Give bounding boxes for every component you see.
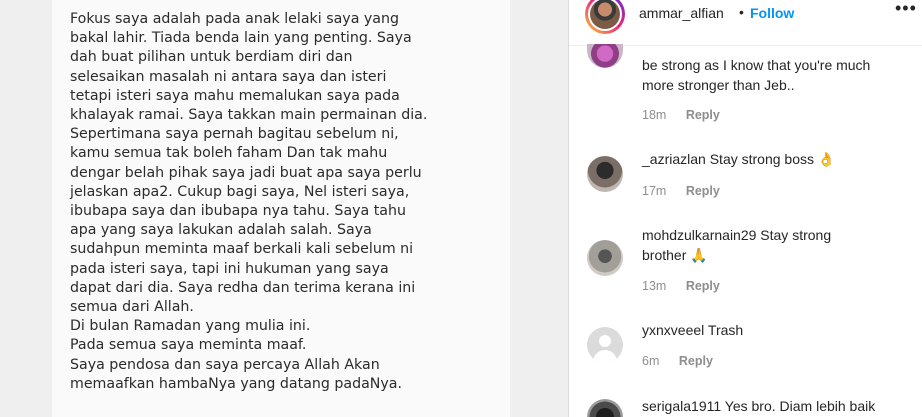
default-avatar-icon[interactable]: [587, 327, 623, 363]
comment-meta: 18m Reply: [642, 108, 720, 122]
statement-line: memaafkan hambaNya yang datang padaNya.: [70, 375, 403, 392]
statement-line: Pada semua saya meminta maaf.: [70, 337, 307, 354]
statement-line: bakal lahir. Tiada benda lain yang penti…: [70, 30, 412, 47]
statement-line: semua dari Allah.: [70, 299, 194, 316]
comment-time: 18m: [642, 108, 667, 122]
comment-username[interactable]: serigala1911: [642, 398, 721, 414]
comment-meta: 6m Reply: [642, 354, 713, 368]
statement-line: Di bulan Ramadan yang mulia ini.: [70, 318, 311, 335]
comment-username[interactable]: yxnxveeel: [642, 322, 704, 338]
commenter-avatar[interactable]: [587, 44, 623, 68]
header-separator: •: [739, 4, 744, 20]
reply-button[interactable]: Reply: [679, 354, 713, 368]
author-username[interactable]: ammar_alfian: [639, 5, 724, 21]
comment-text: _azriazlan Stay strong boss 👌: [642, 150, 912, 170]
reply-button[interactable]: Reply: [686, 279, 720, 293]
comment-meta: 13m Reply: [642, 279, 720, 293]
post-header: ammar_alfian • Follow •••: [569, 0, 922, 46]
statement-line: apa yang saya lakukan adalah salah. Saya: [70, 222, 372, 239]
statement-line: jelaskan apa2. Cukup bagi saya, Nel iste…: [70, 183, 410, 200]
statement-line: khalayak ramai. Saya takkan main permain…: [70, 107, 428, 124]
statement-line: dengar belah pihak saya jadi buat apa sa…: [70, 164, 422, 181]
ok-hand-icon: 👌: [817, 151, 836, 167]
comment-body: Stay strong boss: [709, 151, 814, 167]
comment-text: be strong as I know that you're much mor…: [642, 56, 912, 95]
avatar-head: [599, 335, 611, 347]
statement-line: kamu semua tak boleh faham Dan tak mahu: [70, 145, 388, 162]
commenter-avatar[interactable]: [587, 240, 623, 276]
folded-hands-icon: 🙏: [690, 246, 708, 263]
post-image: Fokus saya adalah pada anak lelaki saya …: [0, 0, 568, 417]
statement-line: pada isteri saya, tapi ini hukuman yang …: [70, 260, 389, 277]
author-avatar[interactable]: [585, 0, 625, 34]
comment-time: 6m: [642, 354, 660, 368]
comment-line: more stronger than Jeb..: [642, 76, 795, 93]
comment-text: mohdzulkarnain29 Stay strong brother 🙏: [642, 226, 912, 265]
avatar-body: [593, 350, 617, 363]
comment-username[interactable]: mohdzulkarnain29: [642, 227, 756, 243]
statement-line: selesaikan masalah ni antara saya dan is…: [70, 68, 387, 85]
comment-line: be strong as I know that you're much: [642, 57, 871, 73]
reply-button[interactable]: Reply: [686, 184, 720, 198]
comment-username[interactable]: _azriazlan: [642, 151, 706, 167]
statement-line: Sepertimana saya pernah bagitau sebelum …: [70, 126, 399, 143]
comment-text: yxnxveeel Trash: [642, 321, 912, 341]
comment-body: Stay strong: [760, 227, 832, 243]
more-horizontal-icon[interactable]: •••: [895, 0, 917, 19]
statement-line: tetapi isteri saya mahu memalukan saya p…: [70, 87, 400, 104]
comment-text: serigala1911 Yes bro. Diam lebih baik: [642, 397, 912, 417]
statement-line: Saya pendosa dan saya percaya Allah Akan: [70, 356, 380, 373]
comment-body: Yes bro. Diam lebih baik: [724, 398, 876, 414]
avatar-photo: [590, 0, 620, 29]
comment-body: Trash: [707, 322, 744, 338]
comments-panel[interactable]: ammar_alfian • Follow ••• be strong as I…: [568, 0, 922, 417]
comment-body: brother: [642, 246, 687, 263]
reply-button[interactable]: Reply: [686, 108, 720, 122]
comment-time: 17m: [642, 184, 667, 198]
statement-line: ibubapa saya dan ibubapa nya tahu. Saya …: [70, 203, 406, 220]
comment-time: 13m: [642, 279, 667, 293]
follow-button[interactable]: Follow: [750, 5, 794, 21]
statement-line: sudahpun meminta maaf berkali kali sebel…: [70, 241, 414, 258]
comment-meta: 17m Reply: [642, 184, 720, 198]
statement-line: Fokus saya adalah pada anak lelaki saya …: [70, 11, 399, 27]
commenter-avatar[interactable]: [587, 156, 623, 192]
statement-line: dah buat pilihan untuk berdiam diri dan: [70, 49, 353, 66]
statement-text: Fokus saya adalah pada anak lelaki saya …: [70, 10, 500, 394]
commenter-avatar[interactable]: [587, 399, 623, 417]
statement-line: dapat dari dia. Saya redha dan terima ke…: [70, 279, 416, 296]
